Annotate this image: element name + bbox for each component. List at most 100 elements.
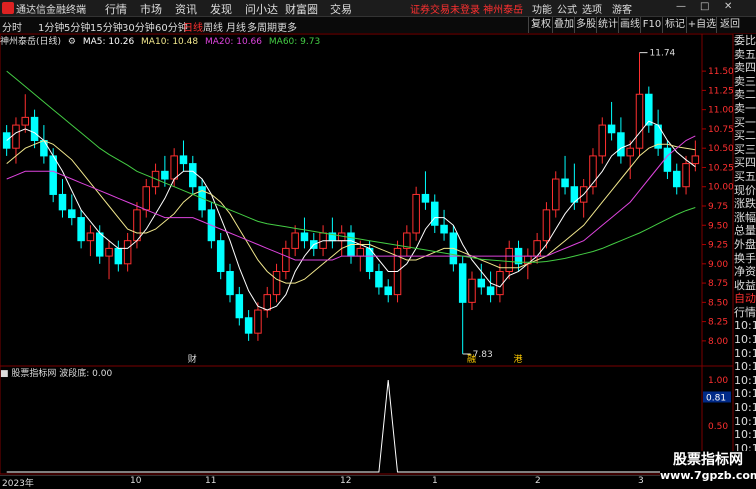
menu-ask[interactable]: 问小达 xyxy=(245,1,278,17)
stock-name: 神州泰岳(日线) xyxy=(0,37,62,47)
overlay-button[interactable]: 叠加 xyxy=(552,17,575,33)
date-label: 11 xyxy=(205,476,217,486)
tab-30min[interactable]: 30分钟 xyxy=(122,19,155,34)
tab-multi-period[interactable]: 多周期 xyxy=(247,19,277,34)
price-tick-label: 11.00 xyxy=(708,106,734,116)
candle-body xyxy=(291,232,299,249)
candle-body xyxy=(663,147,672,172)
sidebar-item: 涨跌 xyxy=(734,197,756,211)
candle-body xyxy=(682,163,690,188)
candle-body xyxy=(254,309,262,334)
sidebar-item: 10:1 xyxy=(734,373,756,387)
tab-weekly[interactable]: 周线 xyxy=(203,19,223,34)
date-label: 2 xyxy=(535,476,541,486)
candle-body xyxy=(161,170,169,180)
tab-daily[interactable]: 日线 xyxy=(183,19,203,34)
menu-guest[interactable]: 游客 xyxy=(612,1,632,16)
high-price-label: 11.74 xyxy=(650,49,676,59)
menu-function[interactable]: 功能 xyxy=(532,1,552,16)
menu-options[interactable]: 选项 xyxy=(582,1,602,16)
sidebar-item: 买四 xyxy=(734,156,756,170)
mark-button[interactable]: 标记 xyxy=(662,17,687,33)
event-marker[interactable]: 融 xyxy=(467,354,476,365)
chart-settings-icon[interactable]: ⚙ xyxy=(68,37,76,47)
sidebar-item: 卖三 xyxy=(734,74,756,88)
menu-trade[interactable]: 交易 xyxy=(330,1,352,17)
event-marker[interactable]: 港 xyxy=(514,353,523,365)
close-icon[interactable]: ✕ xyxy=(724,1,732,12)
price-tick-label: 8.75 xyxy=(708,279,728,289)
sidebar-item: 10:1 xyxy=(734,414,756,428)
minimize-icon[interactable]: — xyxy=(676,1,686,12)
price-tick-label: 8.25 xyxy=(708,318,728,328)
price-tick-label: 10.00 xyxy=(708,183,734,193)
candle-body xyxy=(58,193,67,211)
sidebar-item: 买五 xyxy=(734,169,756,183)
tab-5min[interactable]: 5分钟 xyxy=(64,19,90,34)
candle-body xyxy=(142,186,151,211)
tab-1min[interactable]: 1分钟 xyxy=(38,19,64,34)
main-chart-frame xyxy=(0,34,734,367)
sidebar-item[interactable]: 自动 xyxy=(734,292,756,306)
tab-monthly[interactable]: 月线 xyxy=(226,19,246,34)
back-button[interactable]: 返回 xyxy=(716,17,743,33)
candle-body xyxy=(179,155,188,165)
menu-quotes[interactable]: 行情 xyxy=(105,1,127,17)
candle-body xyxy=(189,163,197,188)
sidebar-item: 换手 xyxy=(734,251,756,265)
sidebar-item: 10:1 xyxy=(734,360,756,374)
candle-body xyxy=(486,286,495,296)
candle-body xyxy=(458,263,467,303)
price-tick-label: 9.50 xyxy=(708,221,728,231)
quote-sidebar: 委比 卖五 卖四 卖三 卖二 卖一 买一 买二 买三 买四 买五 现价 涨跌 涨幅 总量 外盘 换手 净资 收益 自动… xyxy=(734,34,756,468)
login-notice[interactable]: 证券交易未登录 神州泰岳 xyxy=(410,1,523,16)
indicator-name[interactable]: 股票指标网 xyxy=(11,369,56,379)
tab-more[interactable]: 更多 xyxy=(277,19,297,34)
sidebar-item: 行情 xyxy=(734,305,756,319)
indicator-tick-label: 0.50 xyxy=(708,422,728,432)
menu-discover[interactable]: 发现 xyxy=(210,1,232,17)
candle-body xyxy=(607,124,616,134)
menu-market[interactable]: 市场 xyxy=(140,1,162,17)
sidebar-item: 净资 xyxy=(734,265,756,279)
date-label: 12 xyxy=(340,476,352,486)
candle-body xyxy=(272,271,281,296)
sidebar-item: 现价 xyxy=(734,183,756,197)
kline-chart[interactable]: 11.50 11.25 11.00 10.75 10.50 10.25 10.00 9.75 9… xyxy=(0,34,734,475)
candle-body xyxy=(617,132,625,157)
price-tick-label: 11.50 xyxy=(708,67,734,77)
indicator-header: ■ 股票指标网 波段底: 0.00 xyxy=(0,366,112,379)
tab-15min[interactable]: 15分钟 xyxy=(90,19,123,34)
title-bar: 通达信金融终端 行情 市场 资讯 发现 问小达 财富圈 交易 证券交易未登录 神… xyxy=(0,0,756,17)
event-marker[interactable]: 财 xyxy=(188,353,197,365)
add-watchlist-button[interactable]: +自选 xyxy=(686,17,717,33)
sidebar-item: 收益 xyxy=(734,278,756,292)
tab-intraday[interactable]: 分时 xyxy=(2,19,22,34)
indicator-frame xyxy=(0,365,734,475)
ma60-label: MA60: 9.73 xyxy=(268,37,321,47)
watermark-url: www.7gpzb.com xyxy=(660,469,756,482)
candle-body xyxy=(263,294,271,311)
ma10-label: MA10: 10.48 xyxy=(141,37,199,47)
maximize-icon[interactable]: □ xyxy=(700,1,709,12)
multi-stock-button[interactable]: 多股 xyxy=(574,17,597,33)
app-logo-icon xyxy=(2,2,14,14)
menu-wealth[interactable]: 财富圈 xyxy=(285,1,318,17)
draw-line-button[interactable]: 画线 xyxy=(618,17,641,33)
statistics-button[interactable]: 统计 xyxy=(596,17,619,33)
restore-rights-button[interactable]: 复权 xyxy=(528,17,553,33)
candle-body xyxy=(235,294,244,319)
candle-body xyxy=(431,201,439,226)
candle-body xyxy=(30,116,39,141)
sidebar-item: 卖一 xyxy=(734,101,756,115)
candle-body xyxy=(170,155,178,180)
menu-formula[interactable]: 公式 xyxy=(557,1,577,16)
menu-news[interactable]: 资讯 xyxy=(175,1,197,17)
indicator-icon: ■ xyxy=(0,369,9,379)
sidebar-item: 涨幅 xyxy=(734,210,756,224)
app-title: 通达信金融终端 xyxy=(16,5,86,16)
candle-body xyxy=(105,247,113,257)
candle-body xyxy=(645,93,653,126)
candle-body xyxy=(375,271,383,288)
f10-button[interactable]: F10 xyxy=(640,17,663,33)
